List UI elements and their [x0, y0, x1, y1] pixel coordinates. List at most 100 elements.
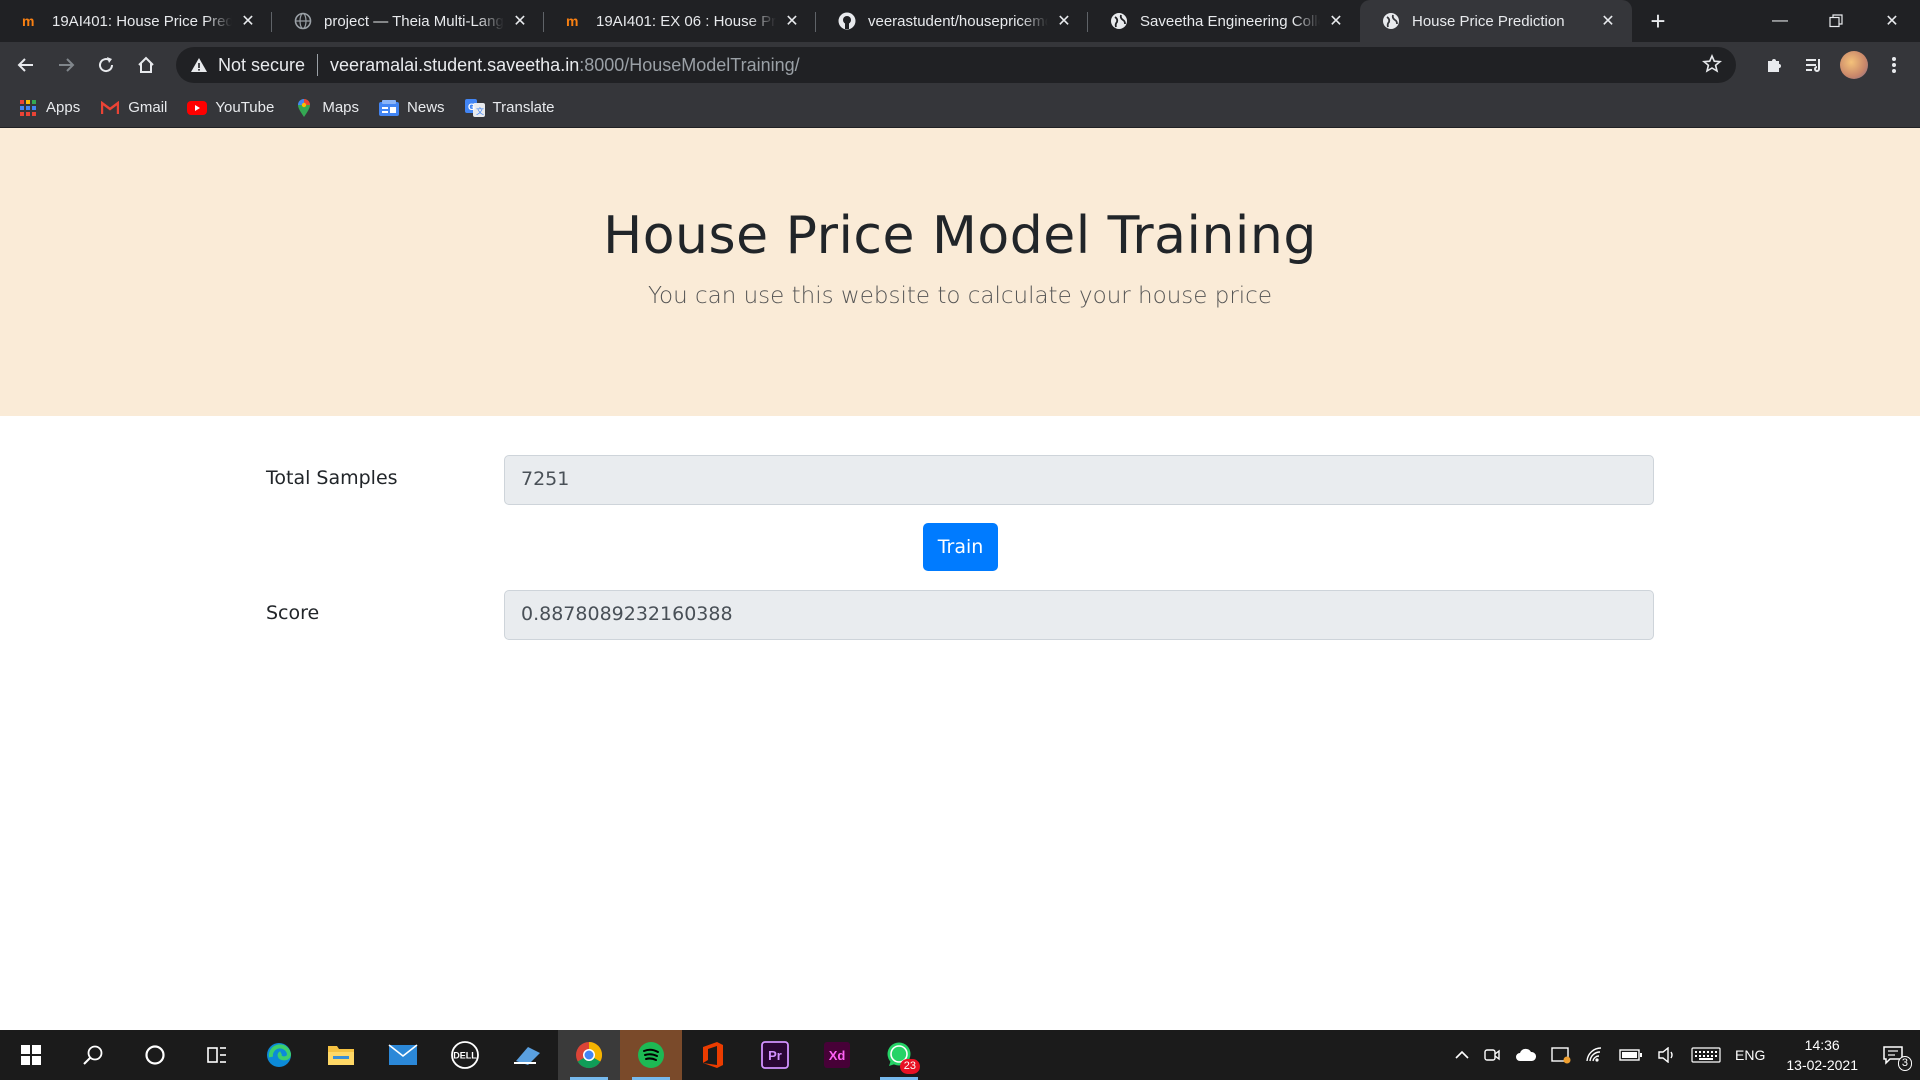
dell-icon[interactable]: DELL: [434, 1030, 496, 1080]
file-explorer-icon[interactable]: [310, 1030, 372, 1080]
close-icon[interactable]: ✕: [1054, 11, 1074, 31]
samples-row: Total Samples 7251: [266, 455, 1654, 505]
apps-grid-icon: [18, 98, 38, 118]
page-subtitle: You can use this website to calculate yo…: [648, 283, 1272, 309]
meet-now-icon[interactable]: [1476, 1046, 1508, 1064]
action-center-icon[interactable]: 3: [1872, 1045, 1920, 1071]
clock-date: 13-02-2021: [1786, 1057, 1858, 1073]
close-icon[interactable]: ✕: [238, 11, 258, 31]
bookmark-star-icon[interactable]: [1701, 54, 1723, 79]
wifi-icon[interactable]: [1578, 1047, 1612, 1063]
edge-icon[interactable]: [248, 1030, 310, 1080]
volume-icon[interactable]: [1650, 1047, 1684, 1063]
tab-title: veerastudent/housepricemo: [868, 12, 1048, 30]
premiere-pro-icon[interactable]: Pr: [744, 1030, 806, 1080]
toolbar-actions: [1754, 42, 1920, 88]
close-icon[interactable]: ✕: [782, 11, 802, 31]
back-icon[interactable]: [6, 45, 46, 85]
svg-text:文: 文: [476, 106, 484, 116]
browser-tab[interactable]: m 19AI401: House Price Predicti ✕: [0, 0, 272, 42]
notification-count: 3: [1897, 1056, 1912, 1071]
avatar: [1840, 51, 1868, 79]
bookmark-translate[interactable]: G文 Translate: [464, 98, 555, 118]
translate-icon: G文: [464, 98, 485, 118]
onedrive-cloud-icon[interactable]: [1508, 1048, 1544, 1062]
divider: [317, 54, 319, 76]
chrome-icon[interactable]: [558, 1030, 620, 1080]
globe-icon: [1382, 12, 1400, 30]
browser-toolbar: Not secure veeramalai.student.saveetha.i…: [0, 42, 1920, 88]
support-assist-icon[interactable]: [496, 1030, 558, 1080]
url-host: veeramalai.student.saveetha.in: [330, 54, 580, 75]
task-view-icon[interactable]: [186, 1030, 248, 1080]
close-window-icon[interactable]: ✕: [1864, 0, 1920, 42]
system-tray: ENG 14:36 13-02-2021 3: [1448, 1030, 1920, 1080]
menu-kebab-icon[interactable]: [1874, 45, 1914, 85]
spotify-icon[interactable]: [620, 1030, 682, 1080]
close-icon[interactable]: ✕: [1598, 11, 1618, 31]
extensions-puzzle-icon[interactable]: [1754, 45, 1794, 85]
address-bar[interactable]: Not secure veeramalai.student.saveetha.i…: [176, 47, 1736, 83]
minimize-icon[interactable]: ―: [1752, 0, 1808, 42]
security-status[interactable]: Not secure: [218, 55, 305, 76]
cortana-icon[interactable]: [124, 1030, 186, 1080]
tab-title: project — Theia Multi-Langu: [324, 12, 504, 30]
input-language[interactable]: ENG: [1728, 1047, 1772, 1063]
browser-tab[interactable]: veerastudent/housepricemo ✕: [816, 0, 1088, 42]
keyboard-icon[interactable]: [1684, 1047, 1728, 1063]
bookmark-label: Apps: [46, 99, 81, 116]
bookmark-maps[interactable]: Maps: [294, 98, 359, 118]
chevron-up-icon[interactable]: [1448, 1050, 1476, 1060]
globe-icon: [1110, 12, 1128, 30]
restore-icon[interactable]: [1808, 0, 1864, 42]
url-path: :8000/HouseModelTraining/: [579, 54, 800, 75]
search-icon[interactable]: [62, 1030, 124, 1080]
battery-icon[interactable]: [1612, 1048, 1650, 1062]
office-icon[interactable]: [682, 1030, 744, 1080]
notification-badge: 23: [899, 1059, 920, 1074]
news-icon: [379, 98, 400, 118]
forward-icon[interactable]: [46, 45, 86, 85]
gmail-icon: [100, 98, 120, 118]
browser-tab[interactable]: m 19AI401: EX 06 : House Price ✕: [544, 0, 816, 42]
score-field[interactable]: 0.8878089232160388: [504, 590, 1654, 640]
tab-title: Saveetha Engineering Colleg: [1140, 12, 1320, 30]
mail-icon[interactable]: [372, 1030, 434, 1080]
page-title: House Price Model Training: [603, 206, 1317, 266]
window-controls: ― ✕: [1752, 0, 1920, 42]
svg-text:Xd: Xd: [829, 1048, 846, 1063]
clock-time: 14:36: [1804, 1037, 1840, 1053]
score-label: Score: [266, 602, 320, 624]
new-tab-button[interactable]: +: [1640, 0, 1676, 42]
moodle-icon: m: [22, 12, 40, 30]
bookmark-news[interactable]: News: [379, 98, 445, 118]
samples-field[interactable]: 7251: [504, 455, 1654, 505]
home-icon[interactable]: [126, 45, 166, 85]
youtube-icon: [187, 98, 208, 118]
defender-icon[interactable]: [1544, 1046, 1578, 1064]
tab-title: House Price Prediction: [1412, 12, 1565, 30]
svg-text:G: G: [468, 102, 475, 112]
bookmark-label: YouTube: [215, 99, 275, 116]
warning-icon[interactable]: [190, 57, 208, 73]
adobe-xd-icon[interactable]: Xd: [806, 1030, 868, 1080]
windows-start-icon[interactable]: [0, 1030, 62, 1080]
bookmark-gmail[interactable]: Gmail: [100, 98, 167, 118]
media-queue-icon[interactable]: [1794, 45, 1834, 85]
browser-tab-active[interactable]: House Price Prediction ✕: [1360, 0, 1632, 42]
bookmark-apps[interactable]: Apps: [18, 98, 80, 118]
train-button[interactable]: Train: [923, 523, 998, 571]
github-icon: [838, 12, 856, 30]
whatsapp-icon[interactable]: 23: [868, 1030, 930, 1080]
browser-tab[interactable]: Saveetha Engineering Colleg ✕: [1088, 0, 1360, 42]
tab-title: 19AI401: EX 06 : House Price: [596, 12, 776, 30]
bookmark-youtube[interactable]: YouTube: [187, 98, 274, 118]
clock[interactable]: 14:36 13-02-2021: [1772, 1035, 1872, 1075]
profile-avatar[interactable]: [1834, 45, 1874, 85]
close-icon[interactable]: ✕: [510, 11, 530, 31]
reload-icon[interactable]: [86, 45, 126, 85]
close-icon[interactable]: ✕: [1326, 11, 1346, 31]
browser-tab[interactable]: project — Theia Multi-Langu ✕: [272, 0, 544, 42]
windows-taskbar: DELL Pr Xd 23 ENG 14:36 13-02-2021 3: [0, 1030, 1920, 1080]
bookmark-label: Maps: [322, 99, 360, 116]
